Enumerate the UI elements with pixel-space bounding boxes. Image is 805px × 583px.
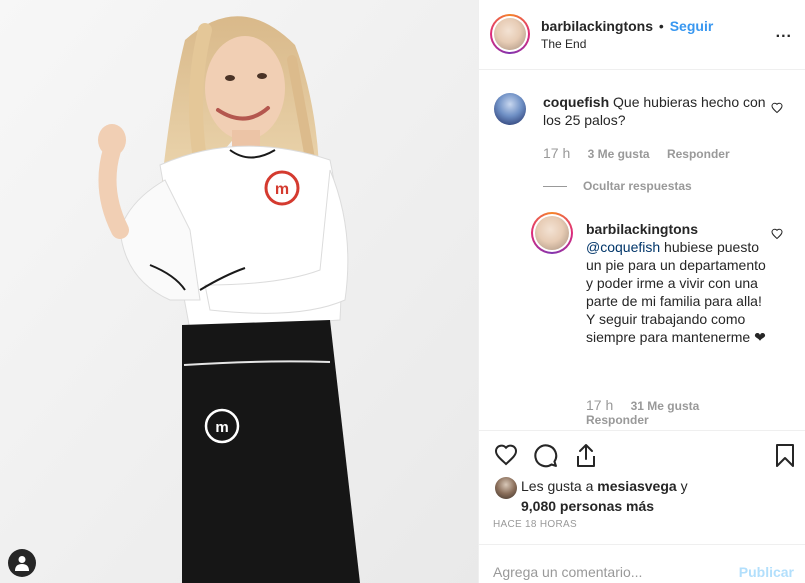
likes-text: Les gusta a mesiasvega y 9,080 personas … bbox=[521, 476, 771, 516]
reply-button[interactable]: Responder bbox=[667, 147, 730, 161]
reply-likes[interactable]: 31 Me gusta bbox=[631, 399, 700, 413]
separator-dot: • bbox=[658, 18, 664, 34]
instagram-post-modal: m m barbilackingtons • Seguir The End ..… bbox=[0, 0, 805, 583]
post-image: m m bbox=[0, 0, 478, 583]
reply-text: barbilackingtons @coquefish hubiese pues… bbox=[586, 220, 766, 346]
likes-others[interactable]: 9,080 personas más bbox=[521, 498, 654, 514]
more-options-icon[interactable]: ... bbox=[776, 24, 792, 42]
reply-avatar bbox=[535, 216, 569, 250]
post-sidebar: barbilackingtons • Seguir The End ... co… bbox=[478, 0, 805, 583]
user-tag-button[interactable] bbox=[8, 549, 36, 577]
comment-input[interactable]: Agrega un comentario... bbox=[493, 564, 642, 580]
publish-button[interactable]: Publicar bbox=[739, 564, 794, 580]
heart-icon[interactable] bbox=[493, 443, 519, 467]
post-header: barbilackingtons • Seguir The End ... bbox=[479, 0, 805, 70]
avatar bbox=[494, 18, 526, 50]
header-username[interactable]: barbilackingtons bbox=[541, 18, 653, 34]
share-icon[interactable] bbox=[574, 443, 598, 468]
svg-text:m: m bbox=[275, 181, 289, 198]
comment-likes[interactable]: 3 Me gusta bbox=[588, 147, 650, 161]
likes-connector: y bbox=[680, 478, 688, 494]
user-tag-icon bbox=[15, 556, 29, 571]
reply-time[interactable]: 17 h bbox=[586, 397, 613, 413]
comment-meta: 17 h 3 Me gusta Responder bbox=[543, 145, 744, 161]
comment-time[interactable]: 17 h bbox=[543, 145, 570, 161]
comments-list: coquefish Que hubieras hecho con los 25 … bbox=[479, 71, 805, 430]
add-comment-bar: Agrega un comentario... Publicar bbox=[479, 544, 805, 583]
hide-replies-line bbox=[543, 186, 567, 188]
comment-text: coquefish Que hubieras hecho con los 25 … bbox=[543, 93, 768, 129]
svg-text:m: m bbox=[215, 419, 228, 436]
comment-username[interactable]: coquefish bbox=[543, 94, 609, 110]
likes-prefix: Les gusta a bbox=[521, 478, 594, 494]
bookmark-icon[interactable] bbox=[775, 443, 795, 468]
post-timestamp[interactable]: HACE 18 HORAS bbox=[493, 519, 577, 530]
reply-mention[interactable]: @coquefish bbox=[586, 239, 660, 255]
post-location[interactable]: The End bbox=[541, 37, 586, 51]
commenter-avatar[interactable] bbox=[494, 93, 526, 125]
reply-reply-button[interactable]: Responder bbox=[586, 413, 649, 427]
follow-button[interactable]: Seguir bbox=[670, 18, 714, 34]
liker-avatar[interactable] bbox=[495, 477, 517, 499]
post-photo[interactable]: m m bbox=[0, 0, 478, 583]
comment-icon[interactable] bbox=[533, 443, 558, 468]
reply-meta: 17 h 31 Me gusta Responder bbox=[586, 397, 786, 427]
hide-replies-button[interactable]: Ocultar respuestas bbox=[543, 179, 692, 193]
action-bar bbox=[479, 430, 805, 480]
reply-like-heart-icon[interactable] bbox=[771, 228, 783, 240]
story-ring[interactable] bbox=[490, 14, 530, 54]
comment-like-heart-icon[interactable] bbox=[771, 102, 783, 114]
hide-replies-label: Ocultar respuestas bbox=[583, 179, 692, 193]
reply-username[interactable]: barbilackingtons bbox=[586, 221, 698, 237]
reply-story-ring[interactable] bbox=[531, 212, 573, 254]
liker-username[interactable]: mesiasvega bbox=[597, 478, 676, 494]
